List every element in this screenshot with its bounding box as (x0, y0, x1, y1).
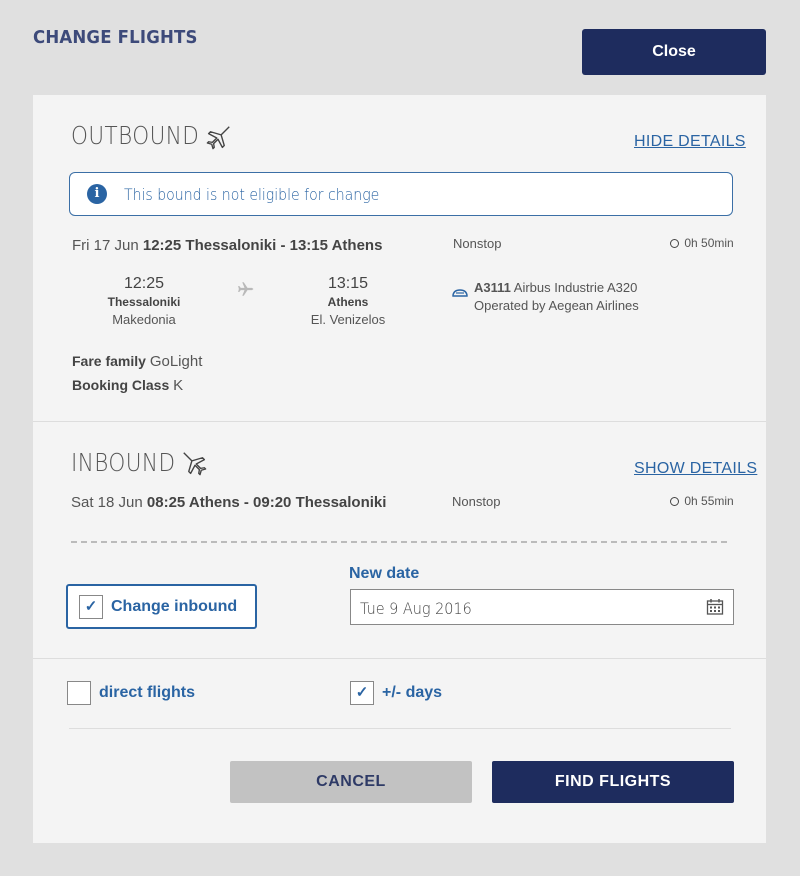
section-divider (33, 421, 766, 422)
new-date-value: Tue 9 Aug 2016 (360, 599, 472, 618)
depart-time: 12:25 (123, 275, 165, 292)
aircraft-type: Airbus Industrie A320 (513, 280, 638, 295)
cancel-button[interactable]: CANCEL (230, 761, 472, 803)
fare-family-label: Fare family (72, 353, 146, 369)
inbound-date: Sat 18 Jun (71, 494, 143, 511)
notice-text: This bound is not eligible for change (124, 185, 380, 204)
inbound-stops: Nonstop (452, 494, 501, 509)
change-flights-panel: OUTBOUND HIDE DETAILS i This bound is no… (33, 95, 766, 843)
new-date-label: New date (349, 565, 420, 582)
info-icon: i (87, 184, 107, 204)
inbound-title: INBOUND (71, 448, 176, 477)
plane-outline-icon (183, 452, 207, 476)
dashed-separator (71, 541, 727, 543)
arrive-city: Athens (327, 295, 369, 309)
outbound-arrival: 13:15 Athens El. Venizelos (283, 275, 413, 327)
close-button[interactable]: Close (582, 29, 766, 75)
change-inbound-checkbox[interactable]: ✓ Change inbound (66, 584, 257, 629)
fare-family-value: GoLight (149, 353, 203, 370)
find-flights-button[interactable]: FIND FLIGHTS (492, 761, 734, 803)
outbound-summary: Fri 17 Jun 12:25 Thessaloniki - 13:15 At… (72, 237, 382, 254)
operator: Operated by Aegean Airlines (474, 298, 639, 313)
show-details-link[interactable]: SHOW DETAILS (634, 460, 757, 478)
flight-info: A3111 Airbus Industrie A320 Operated by … (474, 280, 639, 313)
depart-city: Thessaloniki (107, 295, 181, 309)
depart-airport: Makedonia (112, 312, 176, 327)
outbound-duration-value: 0h 50min (684, 236, 734, 250)
outbound-duration: 0h 50min (670, 236, 734, 250)
plane-icon (238, 282, 254, 296)
clock-icon (670, 497, 679, 506)
aircraft-icon (452, 289, 468, 297)
hide-details-link[interactable]: HIDE DETAILS (634, 133, 746, 151)
flight-number: A3111 (474, 280, 511, 295)
dialog-title: CHANGE FLIGHTS (33, 27, 198, 48)
change-inbound-check[interactable]: ✓ (79, 595, 103, 619)
flex-days-label: +/- days (382, 684, 443, 701)
inbound-duration: 0h 55min (670, 494, 734, 508)
outbound-route: 12:25 Thessaloniki - 13:15 Athens (142, 237, 383, 254)
outbound-stops: Nonstop (453, 236, 502, 251)
outbound-title: OUTBOUND (71, 121, 200, 150)
clock-icon (670, 239, 679, 248)
calendar-icon[interactable] (706, 598, 724, 616)
direct-flights-checkbox[interactable] (67, 681, 91, 705)
section-divider (33, 658, 766, 659)
inbound-summary: Sat 18 Jun 08:25 Athens - 09:20 Thessalo… (71, 494, 386, 511)
outbound-departure: 12:25 Thessaloniki Makedonia (79, 275, 209, 327)
inbound-duration-value: 0h 55min (684, 494, 734, 508)
arrive-time: 13:15 (327, 275, 369, 292)
booking-class: Booking Class K (72, 377, 183, 394)
arrive-airport: El. Venizelos (310, 312, 386, 327)
booking-class-label: Booking Class (72, 377, 170, 393)
fare-family: Fare family GoLight (72, 353, 202, 370)
filter-divider (69, 728, 731, 729)
booking-class-value: K (173, 377, 184, 394)
inbound-route: 08:25 Athens - 09:20 Thessaloniki (146, 494, 387, 511)
new-date-input[interactable]: Tue 9 Aug 2016 (350, 589, 734, 625)
change-inbound-label: Change inbound (111, 598, 238, 615)
flex-days-checkbox[interactable]: ✓ (350, 681, 374, 705)
outbound-date: Fri 17 Jun (72, 237, 139, 254)
plane-outline-icon (206, 126, 230, 150)
direct-flights-label: direct flights (99, 684, 196, 701)
not-eligible-notice: i This bound is not eligible for change (69, 172, 733, 216)
